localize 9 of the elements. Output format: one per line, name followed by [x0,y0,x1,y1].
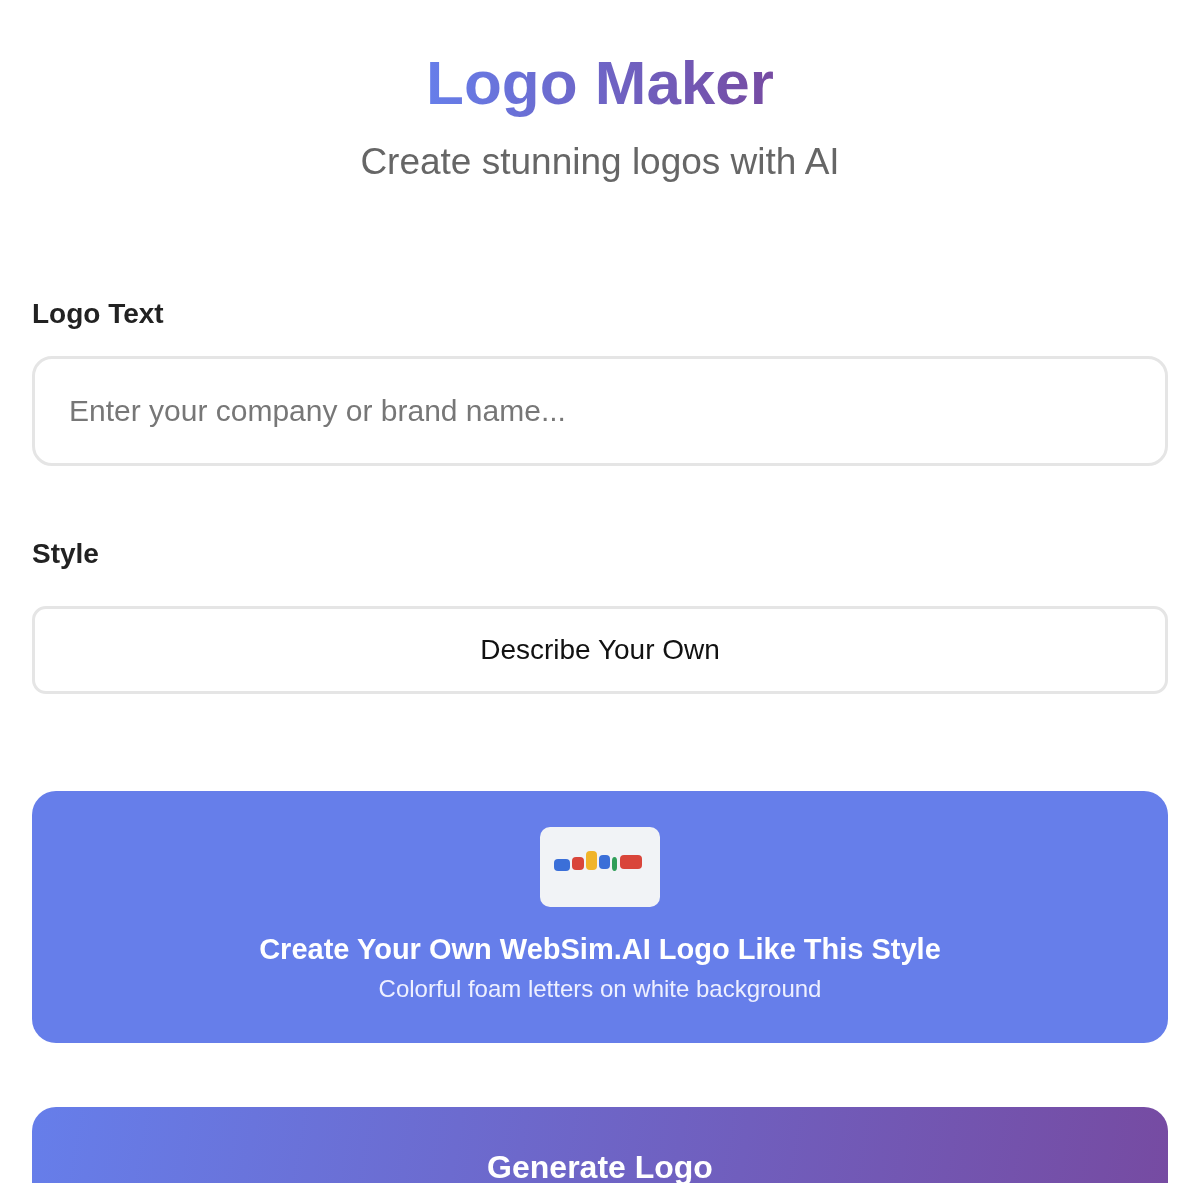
field-label: Logo Text [32,297,164,331]
card-title: Create Your Own WebSim.AI Logo Like This Style [259,932,941,967]
generate-button[interactable]: Generate Logo [32,1107,1168,1183]
app-subtitle: Create stunning logos with AI [360,140,840,184]
card-description: Colorful foam letters on white background [378,974,822,1004]
style-select[interactable]: Describe Your Own [32,606,1168,694]
field-label: Style [32,537,99,571]
logo-text-input[interactable]: Enter your company or brand name... [32,356,1168,466]
preset-card[interactable]: Create Your Own WebSim.AI Logo Like This Style Colorful foam letters on white background [32,791,1168,1043]
